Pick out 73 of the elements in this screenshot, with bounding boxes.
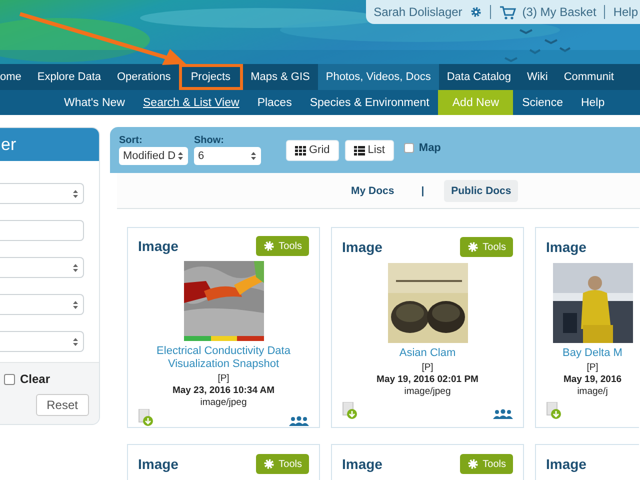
mime-type: image/jpeg [200, 397, 247, 409]
field-label: Sort: [119, 135, 144, 146]
date-text: May 23, 2016 10:34 AM [172, 385, 275, 397]
grid-icon [295, 144, 306, 156]
checkbox[interactable] [4, 374, 15, 384]
document-link[interactable]: Bay Delta M [562, 347, 622, 360]
mime-type: image/jpeg [404, 386, 451, 398]
download-icon[interactable] [342, 402, 358, 419]
help-link[interactable]: Help [613, 5, 638, 19]
document-link[interactable]: Asian Clam [399, 347, 456, 360]
sort-arrows-icon [72, 300, 79, 310]
docs-tab[interactable]: Public Docs [444, 180, 518, 202]
subnav-link[interactable]: Places [248, 90, 301, 115]
show-select[interactable]: 6 [194, 147, 261, 165]
sort-arrows-icon [72, 188, 79, 198]
nav-tab[interactable]: ome [0, 64, 30, 90]
list-icon [354, 144, 365, 156]
nav-tab[interactable]: Photos, Videos, Docs [318, 64, 439, 90]
flag-label: [P] [422, 362, 434, 374]
gear-icon [262, 458, 275, 470]
select-field[interactable] [0, 294, 84, 315]
reset-button[interactable]: Reset [36, 394, 89, 416]
card-type: Image [138, 238, 178, 254]
user-name[interactable]: Sarah Dolislager [374, 5, 462, 19]
download-icon[interactable] [138, 409, 154, 426]
nav-tab[interactable]: Explore Data [29, 64, 109, 90]
nav-tab[interactable]: Data Catalog [438, 64, 520, 90]
subnav-link[interactable]: What's New [55, 90, 134, 115]
subnav-link[interactable]: Species & Environment [300, 90, 438, 115]
nav-tab[interactable]: Projects [178, 64, 243, 90]
subnav-link[interactable]: Science [513, 90, 572, 115]
basket-link[interactable]: (3) My Basket [499, 4, 596, 20]
subnav-link[interactable]: Search & List View [134, 90, 248, 115]
cart-icon[interactable] [499, 4, 518, 20]
docs-tab[interactable]: My Docs [344, 180, 402, 202]
sort-arrows-icon [177, 151, 184, 161]
select-field[interactable] [0, 183, 84, 204]
select-field[interactable] [0, 257, 84, 278]
nav-tab[interactable]: Operations [109, 64, 179, 90]
card-type: Image [546, 239, 586, 255]
card-type: Image [138, 456, 178, 472]
sort-arrows-icon [72, 336, 79, 346]
subnav-link[interactable]: Help [572, 90, 614, 115]
gear-icon [262, 240, 275, 252]
field-label: Show: [194, 135, 225, 146]
nav-tab[interactable]: Maps & GIS [242, 64, 318, 90]
date-text: May 19, 2016 [563, 374, 622, 386]
checkbox-label: Map [418, 142, 441, 154]
separator-text: | [420, 184, 426, 196]
select-field[interactable] [0, 331, 84, 352]
flag-label: [P] [586, 362, 598, 374]
mime-type: image/j [577, 386, 608, 398]
download-icon[interactable] [546, 402, 562, 419]
date-text: May 19, 2016 02:01 PM [376, 374, 478, 386]
checkbox-label: Clear [20, 372, 50, 386]
gear-icon [466, 458, 479, 470]
panel-title: er [1, 134, 16, 154]
sort-arrows-icon [250, 151, 257, 161]
input-field[interactable] [0, 220, 84, 241]
card-type: Image [342, 456, 382, 472]
card-type: Image [546, 456, 586, 472]
gear-icon [466, 241, 479, 253]
nav-tab[interactable]: Communit [556, 64, 622, 90]
view-button[interactable]: Grid [286, 140, 339, 160]
nav-tab[interactable]: Wiki [519, 64, 556, 90]
sort-arrows-icon [72, 262, 79, 272]
view-button[interactable]: List [344, 140, 394, 160]
flag-label: [P] [218, 373, 230, 385]
document-link[interactable]: Electrical Conductivity Data Visualization Snapshot [138, 345, 309, 371]
sort-select[interactable]: Modified D [119, 147, 188, 165]
settings-icon[interactable] [470, 6, 482, 18]
card-type: Image [342, 239, 382, 255]
checkbox[interactable] [404, 143, 414, 153]
